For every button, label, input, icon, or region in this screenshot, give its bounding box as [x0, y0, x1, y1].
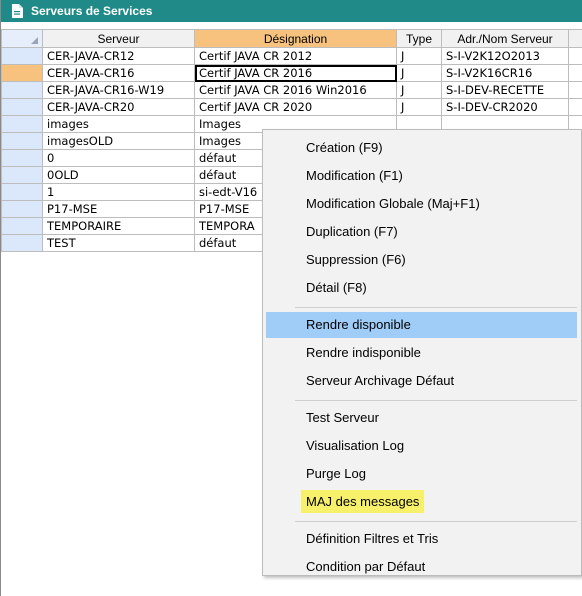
select-all-corner[interactable]	[1, 29, 43, 48]
cell-serveur[interactable]: 1	[42, 183, 195, 201]
menu-separator	[295, 521, 577, 522]
menu-item-duplication-f7[interactable]: Duplication (F7)	[266, 219, 577, 245]
menu-item-label: Création (F9)	[306, 140, 383, 155]
column-header-extra[interactable]	[568, 29, 582, 48]
services-window: Serveurs de Services Serveur Désignation…	[0, 0, 582, 596]
row-header[interactable]	[1, 115, 43, 133]
menu-item-detail-f8[interactable]: Détail (F8)	[266, 275, 577, 301]
menu-item-purge-log[interactable]: Purge Log	[266, 461, 577, 487]
cell-type[interactable]: J	[396, 47, 442, 65]
document-icon	[12, 4, 23, 18]
menu-item-label: Test Serveur	[306, 410, 379, 425]
column-header-adr[interactable]: Adr./Nom Serveur	[441, 29, 569, 48]
cell-designation[interactable]: Certif JAVA CR 2016	[194, 64, 397, 82]
menu-item-label: Rendre disponible	[306, 317, 411, 332]
row-header[interactable]	[1, 166, 43, 184]
menu-item-rendre-indisponible[interactable]: Rendre indisponible	[266, 340, 577, 366]
cell-serveur[interactable]: 0OLD	[42, 166, 195, 184]
cell-extra[interactable]	[568, 98, 582, 116]
row-header[interactable]	[1, 64, 43, 82]
menu-item-label: Condition par Défaut	[306, 559, 426, 574]
cell-serveur[interactable]: CER-JAVA-CR12	[42, 47, 195, 65]
menu-separator	[295, 400, 577, 401]
cell-serveur[interactable]: imagesOLD	[42, 132, 195, 150]
row-header[interactable]	[1, 200, 43, 218]
menu-item-label: Suppression (F6)	[306, 252, 406, 267]
column-header-type[interactable]: Type	[396, 29, 442, 48]
cell-serveur[interactable]: CER-JAVA-CR16	[42, 64, 195, 82]
menu-item-label: Définition Filtres et Tris	[306, 531, 439, 546]
row-header[interactable]	[1, 81, 43, 99]
cell-serveur[interactable]: P17-MSE	[42, 200, 195, 218]
cell-serveur[interactable]: images	[42, 115, 195, 133]
cell-serveur[interactable]: CER-JAVA-CR16-W19	[42, 81, 195, 99]
cell-adr[interactable]: S-I-V2K12O2013	[441, 47, 569, 65]
grid-header-row: Serveur Désignation Type Adr./Nom Serveu…	[1, 29, 582, 48]
column-header-serveur[interactable]: Serveur	[42, 29, 195, 48]
menu-item-label: Serveur Archivage Défaut	[306, 373, 455, 388]
menu-item-label: Duplication (F7)	[306, 224, 398, 239]
menu-item-modification-f1[interactable]: Modification (F1)	[266, 163, 577, 189]
cell-extra[interactable]	[568, 64, 582, 82]
cell-extra[interactable]	[568, 47, 582, 65]
cell-serveur[interactable]: TEMPORAIRE	[42, 217, 195, 235]
cell-designation[interactable]: Certif JAVA CR 2020	[194, 98, 397, 116]
context-menu: Création (F9) Modification (F1) Modificati…	[262, 129, 582, 576]
menu-item-condition-par-defaut[interactable]: Condition par Défaut	[266, 554, 577, 580]
menu-item-definition-filtres-et-tris[interactable]: Définition Filtres et Tris	[266, 526, 577, 552]
menu-item-visualisation-log[interactable]: Visualisation Log	[266, 433, 577, 459]
cell-extra[interactable]	[568, 81, 582, 99]
menu-item-creation-f9[interactable]: Création (F9)	[266, 135, 577, 161]
cell-adr[interactable]: S-I-DEV-RECETTE	[441, 81, 569, 99]
window-title: Serveurs de Services	[31, 4, 153, 18]
row-header[interactable]	[1, 132, 43, 150]
row-header[interactable]	[1, 183, 43, 201]
cell-adr[interactable]: S-I-DEV-CR2020	[441, 98, 569, 116]
menu-item-label: Modification Globale (Maj+F1)	[306, 196, 480, 211]
menu-item-label: Rendre indisponible	[306, 345, 421, 360]
row-header[interactable]	[1, 98, 43, 116]
menu-item-test-serveur[interactable]: Test Serveur	[266, 405, 577, 431]
cell-serveur[interactable]: CER-JAVA-CR20	[42, 98, 195, 116]
table-row[interactable]: CER-JAVA-CR12 Certif JAVA CR 2012 J S-I-V2K…	[1, 47, 582, 65]
menu-item-maj-des-messages[interactable]: MAJ des messages	[266, 489, 577, 515]
menu-separator	[295, 307, 577, 308]
menu-item-label: Purge Log	[306, 466, 366, 481]
menu-item-modification-globale-maj-f1[interactable]: Modification Globale (Maj+F1)	[266, 191, 577, 217]
menu-item-rendre-disponible[interactable]: Rendre disponible	[266, 312, 577, 338]
row-header[interactable]	[1, 47, 43, 65]
menu-item-label: Détail (F8)	[306, 280, 367, 295]
cell-designation[interactable]: Certif JAVA CR 2012	[194, 47, 397, 65]
row-header[interactable]	[1, 149, 43, 167]
cell-type[interactable]: J	[396, 81, 442, 99]
cell-type[interactable]: J	[396, 98, 442, 116]
cell-serveur[interactable]: TEST	[42, 234, 195, 252]
cell-type[interactable]: J	[396, 64, 442, 82]
cell-designation[interactable]: Certif JAVA CR 2016 Win2016	[194, 81, 397, 99]
menu-item-label: Visualisation Log	[306, 438, 405, 453]
title-bar: Serveurs de Services	[1, 0, 582, 22]
table-row[interactable]: CER-JAVA-CR16-W19 Certif JAVA CR 2016 Win…	[1, 81, 582, 99]
menu-item-label: Modification (F1)	[306, 168, 403, 183]
menu-item-suppression-f6[interactable]: Suppression (F6)	[266, 247, 577, 273]
table-row[interactable]: CER-JAVA-CR20 Certif JAVA CR 2020 J S-I-DEV…	[1, 98, 582, 116]
row-header[interactable]	[1, 234, 43, 252]
cell-serveur[interactable]: 0	[42, 149, 195, 167]
table-row[interactable]: CER-JAVA-CR16 Certif JAVA CR 2016 J S-I-V2K…	[1, 64, 582, 82]
row-header[interactable]	[1, 217, 43, 235]
cell-adr[interactable]: S-I-V2K16CR16	[441, 64, 569, 82]
menu-item-label: MAJ des messages	[301, 490, 425, 513]
menu-item-serveur-archivage-defaut[interactable]: Serveur Archivage Défaut	[266, 368, 577, 394]
column-header-designation[interactable]: Désignation	[194, 29, 397, 48]
